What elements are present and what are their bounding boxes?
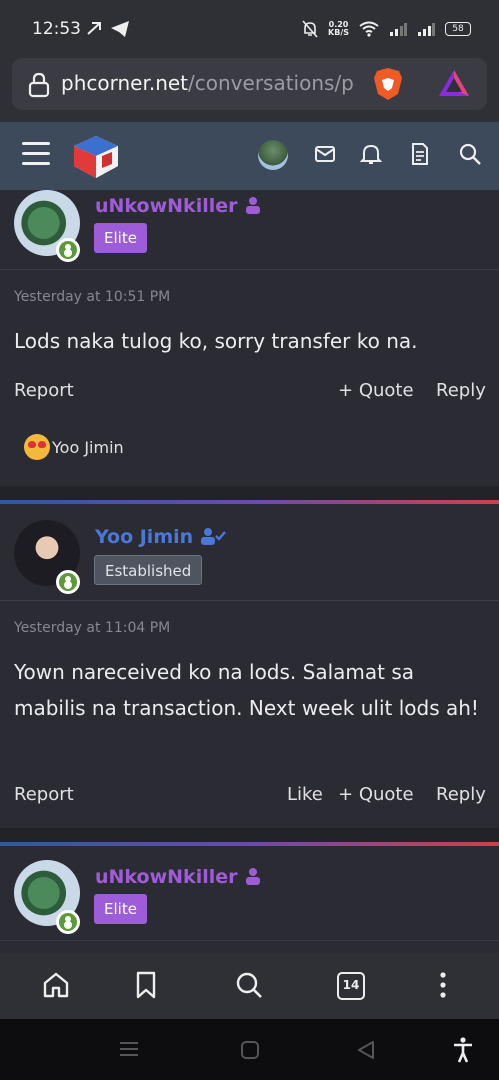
brave-rewards-icon[interactable]: [437, 68, 471, 98]
quote-button[interactable]: + Quote: [338, 380, 414, 401]
online-status-icon: [56, 238, 80, 262]
author-username[interactable]: uNkowNkiller: [95, 195, 262, 217]
lock-icon[interactable]: [28, 72, 50, 98]
recent-apps-icon[interactable]: [118, 1040, 140, 1058]
username-text: uNkowNkiller: [95, 866, 238, 888]
bookmark-icon[interactable]: [134, 971, 158, 999]
mail-icon[interactable]: [314, 142, 336, 166]
reaction-user: Yoo Jimin: [52, 437, 124, 457]
url-path: /conversations/p: [188, 71, 354, 95]
site-header: [0, 122, 499, 190]
browser-toolbar: phcorner.net/conversations/p: [0, 58, 499, 122]
plus-icon: +: [338, 380, 359, 401]
post-separator: [0, 828, 499, 842]
user-title-badge: Established: [94, 555, 203, 585]
author-username[interactable]: uNkowNkiller: [95, 866, 262, 888]
browser-bottom-nav: 14: [0, 953, 499, 1019]
verified-user-icon: [200, 528, 226, 545]
search-icon[interactable]: [235, 971, 263, 999]
report-button[interactable]: Report: [14, 784, 74, 805]
post-timestamp[interactable]: Yesterday at 10:51 PM: [14, 289, 170, 305]
heart-eyes-emoji-icon: [24, 434, 50, 460]
home-icon[interactable]: [42, 971, 70, 999]
report-button[interactable]: Report: [14, 380, 74, 401]
url-text[interactable]: phcorner.net/conversations/p: [61, 71, 361, 95]
post-body: Lods naka tulog ko, sorry transfer ko na…: [14, 329, 418, 353]
username-text: uNkowNkiller: [95, 195, 238, 217]
status-time: 12:53: [32, 19, 81, 39]
username-text: Yoo Jimin: [95, 526, 194, 548]
post-body: Yown nareceived ko na lods. Salamat sa m…: [14, 660, 479, 720]
post-timestamp[interactable]: Yesterday at 11:04 PM: [14, 620, 170, 636]
more-icon[interactable]: [437, 971, 449, 999]
post-author-header: uNkowNkiller Elite: [0, 190, 499, 270]
bell-icon[interactable]: [360, 142, 382, 166]
user-title-badge: Elite: [94, 894, 147, 924]
plus-icon: +: [338, 784, 359, 805]
user-avatar[interactable]: [258, 140, 288, 170]
post-author-header: Yoo Jimin Established: [0, 504, 499, 601]
user-title-badge: Elite: [94, 223, 147, 253]
message-post: uNkowNkiller Elite: [0, 846, 499, 953]
author-username[interactable]: Yoo Jimin: [95, 526, 226, 548]
message-post: Yoo Jimin Established Yesterday at 11:04…: [0, 504, 499, 828]
system-nav-bar: [0, 1019, 499, 1080]
like-button[interactable]: Like: [287, 784, 323, 805]
reaction-summary[interactable]: Yoo Jimin: [24, 434, 124, 460]
back-icon[interactable]: [356, 1040, 376, 1060]
search-icon[interactable]: [458, 142, 482, 166]
tabs-icon[interactable]: 14: [337, 972, 365, 1000]
online-status-icon: [56, 570, 80, 594]
message-post: uNkowNkiller Elite Yesterday at 10:51 PM…: [0, 190, 499, 486]
brave-shield-icon[interactable]: [372, 66, 404, 102]
wifi-icon: [359, 21, 379, 37]
menu-icon[interactable]: [22, 142, 50, 166]
quote-label: Quote: [358, 784, 414, 805]
document-icon[interactable]: [410, 142, 430, 166]
net-speed: 0.20 KB/S: [328, 21, 349, 37]
online-status-icon: [56, 910, 80, 934]
status-bar: 12:53 0.20 KB/S 58: [0, 0, 499, 58]
elite-user-icon: [246, 197, 261, 214]
mute-icon: [302, 20, 318, 38]
net-speed-unit: KB/S: [328, 28, 349, 37]
reply-button[interactable]: Reply: [436, 380, 486, 401]
battery-indicator: 58: [445, 22, 471, 36]
accessibility-icon[interactable]: [452, 1037, 474, 1063]
telegram-icon: [111, 21, 129, 37]
signal-icon: [390, 23, 407, 36]
url-bar[interactable]: phcorner.net/conversations/p: [12, 58, 487, 110]
url-host: phcorner.net: [61, 71, 189, 95]
signal-icon: [418, 23, 435, 36]
quote-label: Quote: [358, 380, 414, 401]
post-author-header: uNkowNkiller Elite: [0, 846, 499, 941]
reply-button[interactable]: Reply: [436, 784, 486, 805]
site-logo[interactable]: [72, 134, 120, 180]
post-separator: [0, 486, 499, 500]
elite-user-icon: [246, 868, 261, 885]
missed-call-icon: [87, 22, 101, 35]
home-button-icon[interactable]: [240, 1040, 260, 1060]
quote-button[interactable]: + Quote: [338, 784, 414, 805]
